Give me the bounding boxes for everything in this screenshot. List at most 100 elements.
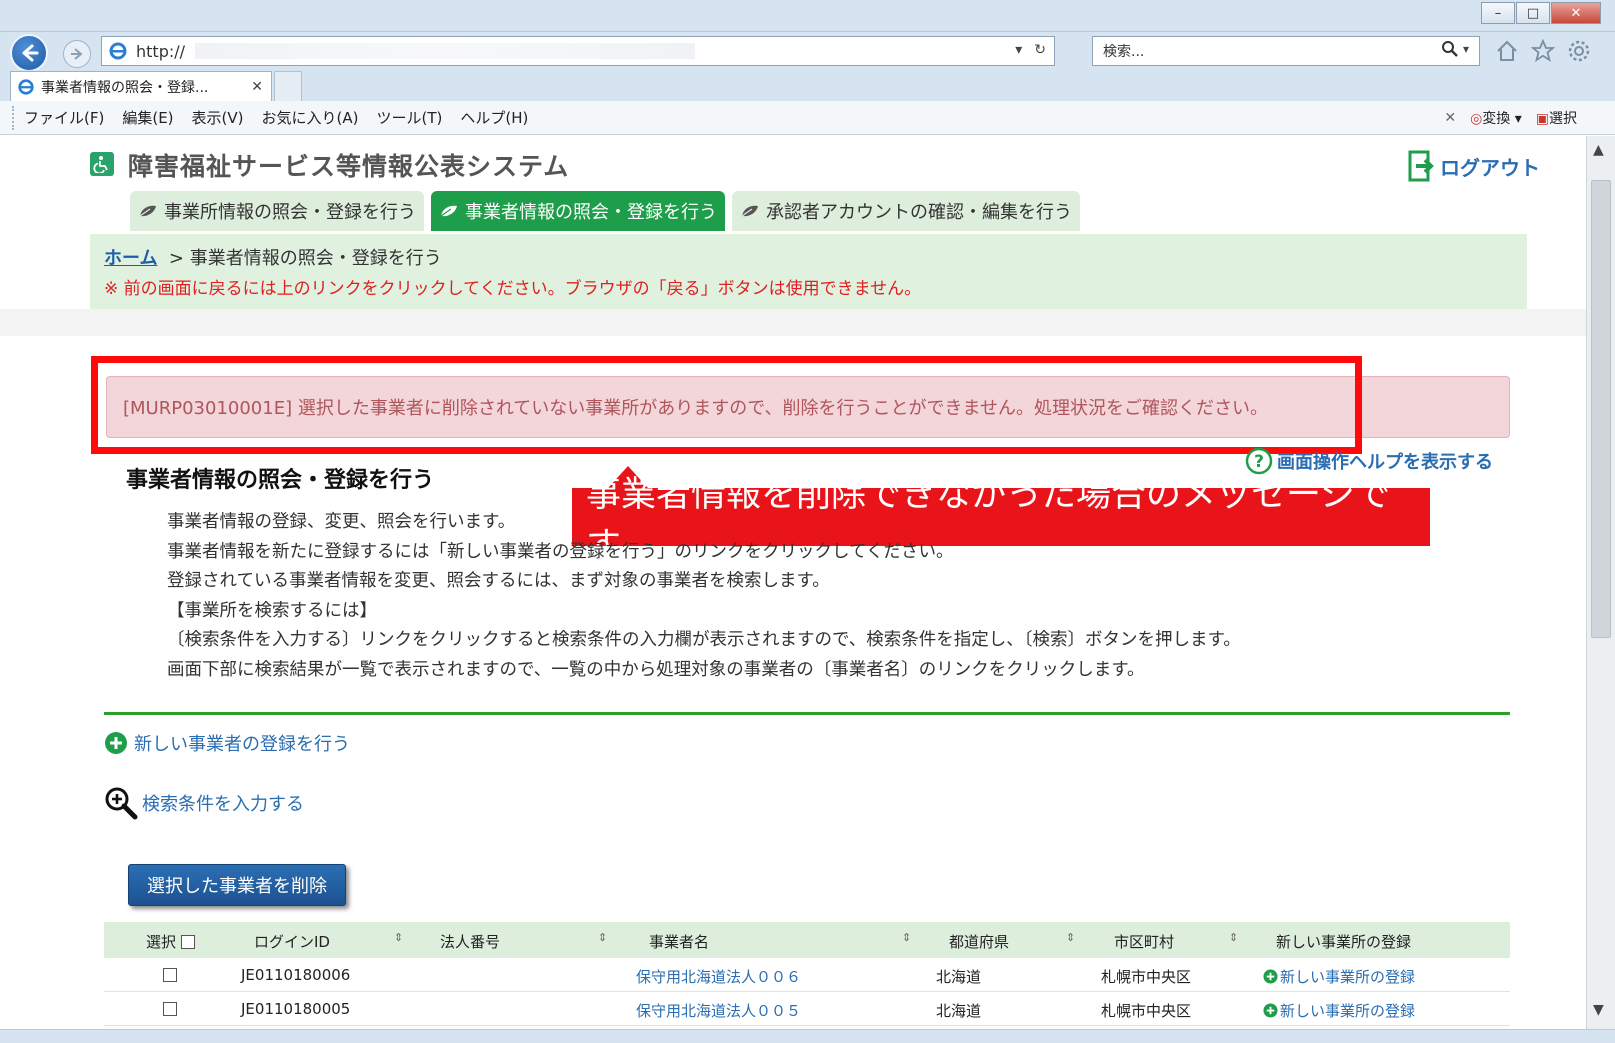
col-select-label: 選択	[146, 933, 177, 951]
plus-circle-icon	[1263, 969, 1278, 984]
menu-tools[interactable]: ツール(T)	[376, 107, 442, 128]
description-line: 事業者情報を新たに登録するには「新しい事業者の登録を行う」のリンクをクリックして…	[167, 541, 954, 562]
zoom-in-icon	[105, 787, 138, 820]
search-placeholder: 検索...	[1103, 44, 1145, 60]
close-bar-icon[interactable]: ✕	[1444, 110, 1456, 126]
row-operator-name-link[interactable]: 保守用北海道法人００５	[636, 1000, 801, 1021]
select-button[interactable]: ▣選択	[1536, 108, 1577, 128]
logout-icon	[1408, 150, 1434, 182]
menu-view[interactable]: 表示(V)	[192, 107, 244, 128]
address-url: http://	[136, 41, 186, 61]
scroll-up-icon[interactable]: ▲	[1593, 142, 1604, 158]
menu-right-tools: ✕ ◎変換 ▾ ▣選択	[1444, 108, 1577, 128]
status-bar	[0, 1029, 1615, 1043]
arrow-left-icon	[22, 44, 39, 62]
menu-help[interactable]: ヘルプ(H)	[460, 107, 528, 128]
plus-circle-icon	[105, 732, 127, 754]
delete-selected-button[interactable]: 選択した事業者を削除	[128, 864, 346, 906]
accessibility-logo-icon	[90, 152, 114, 176]
description-line: 画面下部に検索結果が一覧で表示されますので、一覧の中から処理対象の事業者の〔事業…	[167, 659, 1145, 680]
browser-tab-title: 事業者情報の照会・登録...	[41, 79, 209, 96]
description-line: 登録されている事業者情報を変更、照会するには、まず対象の事業者を検索します。	[167, 571, 830, 592]
row-new-office-link[interactable]: 新しい事業所の登録	[1263, 1000, 1415, 1021]
back-warning-note: ※ 前の画面に戻るには上のリンクをクリックしてください。ブラウザの「戻る」ボタン…	[104, 279, 922, 299]
search-icon[interactable]	[1441, 40, 1459, 58]
address-redacted	[195, 43, 696, 59]
row-checkbox[interactable]	[163, 968, 177, 982]
sort-name-icon[interactable]: ⇕	[902, 931, 911, 944]
row-city: 札幌市中央区	[1101, 1002, 1192, 1020]
results-table-header: 選択 ログインID ⇕ 法人番号 ⇕ 事業者名 ⇕ 都道府県 ⇕ 市区町村 ⇕ …	[104, 922, 1510, 958]
tab-approver-account-label: 承認者アカウントの確認・編集を行う	[766, 202, 1072, 223]
row-new-office-link[interactable]: 新しい事業所の登録	[1263, 966, 1415, 987]
address-bar[interactable]: http:// ▾ ↻	[101, 36, 1055, 66]
row-city: 札幌市中央区	[1101, 968, 1192, 986]
row-operator-name-link[interactable]: 保守用北海道法人００６	[636, 966, 801, 987]
menu-edit[interactable]: 編集(E)	[122, 107, 173, 128]
breadcrumb-line: ホーム > 事業者情報の照会・登録を行う	[104, 244, 442, 270]
search-conditions-link[interactable]: 検索条件を入力する	[104, 786, 304, 820]
row-prefecture: 北海道	[936, 968, 982, 986]
browser-search-input[interactable]: 検索... ▾	[1092, 36, 1480, 66]
select-all-checkbox[interactable]	[180, 935, 195, 949]
ie-icon	[109, 42, 127, 60]
browser-navbar: http:// ▾ ↻ 検索... ▾	[0, 32, 1615, 72]
arrow-right-icon	[71, 48, 83, 60]
col-corp-no[interactable]: 法人番号	[440, 931, 500, 952]
row-checkbox[interactable]	[163, 1002, 177, 1016]
home-icon[interactable]	[1494, 38, 1520, 64]
favorites-star-icon[interactable]	[1530, 38, 1556, 64]
col-prefecture[interactable]: 都道府県	[949, 931, 1009, 952]
browser-tabbar: 事業者情報の照会・登録... ✕	[0, 70, 1615, 101]
tab-approver-account[interactable]: 承認者アカウントの確認・編集を行う	[732, 191, 1080, 231]
row-select-checkbox[interactable]	[163, 1002, 177, 1020]
breadcrumb-home-link[interactable]: ホーム	[104, 248, 157, 269]
menu-grip	[12, 105, 18, 130]
logout-link[interactable]: ログアウト	[1408, 150, 1540, 182]
scroll-down-icon[interactable]: ▼	[1593, 1002, 1604, 1018]
browser-tab-active[interactable]: 事業者情報の照会・登録... ✕	[10, 71, 272, 101]
convert-button[interactable]: ◎変換 ▾	[1470, 108, 1522, 128]
col-login-id[interactable]: ログインID	[254, 931, 330, 952]
function-tabs: 事業所情報の照会・登録を行う 事業者情報の照会・登録を行う 承認者アカウントの確…	[130, 191, 1080, 231]
table-row: JE0110180006 保守用北海道法人００６ 北海道 札幌市中央区 新しい事…	[104, 958, 1510, 992]
browser-toolbar-icons	[1494, 38, 1592, 64]
row-prefecture: 北海道	[936, 1002, 982, 1020]
system-title: 障害福祉サービス等情報公表システム	[128, 152, 570, 181]
vertical-scrollbar[interactable]: ▲ ▼	[1586, 136, 1615, 1029]
search-conditions-label: 検索条件を入力する	[142, 794, 304, 815]
forward-button[interactable]	[63, 40, 91, 68]
sort-corp-no-icon[interactable]: ⇕	[598, 931, 607, 944]
window-controls: – □ ✕	[1480, 2, 1601, 24]
new-operator-link[interactable]: 新しい事業者の登録を行う	[104, 730, 350, 756]
leaf-icon	[440, 205, 457, 217]
row-select-checkbox[interactable]	[163, 968, 177, 986]
tab-office-info-label: 事業所情報の照会・登録を行う	[164, 202, 416, 223]
menu-file[interactable]: ファイル(F)	[24, 107, 104, 128]
maximize-button[interactable]: □	[1516, 2, 1550, 24]
tab-office-info[interactable]: 事業所情報の照会・登録を行う	[130, 191, 424, 231]
col-operator-name[interactable]: 事業者名	[649, 931, 709, 952]
leaf-icon	[139, 205, 156, 217]
sort-city-icon[interactable]: ⇕	[1229, 931, 1238, 944]
settings-gear-icon[interactable]	[1566, 38, 1592, 64]
scrollbar-thumb[interactable]	[1591, 180, 1611, 638]
close-window-button[interactable]: ✕	[1551, 2, 1601, 24]
error-highlight-frame	[91, 356, 1362, 454]
menu-favorites[interactable]: お気に入り(A)	[262, 107, 359, 128]
section-description: 事業者情報の登録、変更、照会を行います。 事業者情報を新たに登録するには「新しい…	[167, 508, 1241, 686]
dropdown-icon[interactable]: ▾	[1015, 42, 1022, 58]
new-operator-label: 新しい事業者の登録を行う	[134, 734, 350, 755]
table-row: JE0110180005 保守用北海道法人００５ 北海道 札幌市中央区 新しい事…	[104, 992, 1510, 1026]
col-city[interactable]: 市区町村	[1114, 931, 1174, 952]
minimize-button[interactable]: –	[1481, 2, 1515, 24]
search-dropdown-icon[interactable]: ▾	[1463, 42, 1469, 56]
refresh-icon[interactable]: ↻	[1034, 42, 1046, 58]
sort-prefecture-icon[interactable]: ⇕	[1066, 931, 1075, 944]
close-tab-icon[interactable]: ✕	[251, 79, 263, 95]
new-tab-button[interactable]	[274, 71, 302, 101]
content-separator	[0, 309, 1586, 336]
back-button[interactable]	[10, 34, 48, 72]
tab-operator-info[interactable]: 事業者情報の照会・登録を行う	[431, 191, 725, 231]
sort-login-id-icon[interactable]: ⇕	[394, 931, 403, 944]
